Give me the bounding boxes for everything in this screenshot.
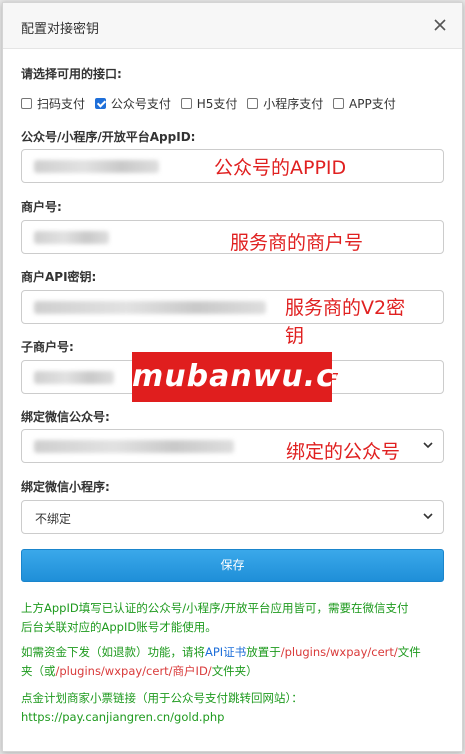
dialog-title: 配置对接密钥	[21, 22, 100, 37]
note-line: 点金计划商家小票链接（用于公众号支付跳转回网站）：	[21, 691, 303, 705]
option-h5-pay[interactable]: H5支付	[180, 95, 238, 112]
sub-mch-id-label: 子商户号:	[21, 340, 74, 354]
appid-label: 公众号/小程序/开放平台AppID:	[21, 130, 196, 144]
option-mp-pay[interactable]: 公众号支付	[94, 95, 171, 112]
option-mini-pay[interactable]: 小程序支付	[247, 95, 323, 112]
note-line: 夹（或/plugins/wxpay/cert/商户ID/文件夹）	[21, 662, 444, 681]
appid-annotation: 公众号的APPID	[214, 157, 347, 179]
note-text: 文件夹）	[211, 664, 258, 678]
interfaces-label: 请选择可用的接口:	[21, 67, 122, 81]
checkbox-mp-pay[interactable]	[94, 98, 106, 109]
checkbox-app-pay[interactable]	[333, 98, 345, 109]
option-label: H5支付	[196, 97, 238, 111]
bind-mp-label: 绑定微信公众号:	[21, 410, 110, 424]
interface-options: 扫码支付 公众号支付 H5支付 小程序支付 APP支付	[21, 95, 402, 111]
note-cert: 如需资金下发（如退款）功能，请将API证书放置于/plugins/wxpay/c…	[21, 643, 444, 681]
note-line: 如需资金下发（如退款）功能，请将API证书放置于/plugins/wxpay/c…	[21, 643, 444, 662]
mch-id-annotation: 服务商的商户号	[230, 232, 364, 254]
bind-mini-selected: 不绑定	[35, 512, 72, 526]
dialog-header: 配置对接密钥	[3, 3, 462, 49]
redacted-value	[34, 301, 266, 314]
redacted-value	[34, 440, 234, 453]
api-key-annotation-1: 服务商的V2密	[285, 297, 406, 319]
checkbox-mini-pay[interactable]	[247, 98, 259, 109]
option-scan-pay[interactable]: 扫码支付	[21, 95, 85, 112]
note-text: 放置于	[246, 645, 281, 659]
save-button[interactable]: 保存	[21, 549, 444, 582]
redacted-value	[34, 231, 109, 244]
chevron-down-icon	[423, 513, 433, 520]
gold-link[interactable]: https://pay.canjiangren.cn/gold.php	[21, 708, 444, 727]
api-cert-link[interactable]: API证书	[205, 645, 246, 659]
api-key-annotation-2: 钥	[285, 325, 305, 347]
note-text: 如需资金下发（如退款）功能，请将	[21, 645, 205, 659]
option-label: APP支付	[349, 97, 396, 111]
mch-id-label: 商户号:	[21, 200, 62, 214]
option-label: 小程序支付	[263, 97, 324, 111]
note-text: 夹（或	[21, 664, 56, 678]
checkbox-h5-pay[interactable]	[180, 98, 192, 109]
bind-mp-annotation: 绑定的公众号	[286, 441, 401, 463]
api-key-label: 商户API密钥:	[21, 270, 97, 284]
redacted-value	[34, 371, 114, 384]
note-line: 上方AppID填写已认证的公众号/小程序/开放平台应用皆可，需要在微信支付	[21, 601, 409, 615]
cert-path: /plugins/wxpay/cert/	[280, 645, 398, 659]
bind-mini-select[interactable]: 不绑定	[21, 500, 444, 534]
note-appid: 上方AppID填写已认证的公众号/小程序/开放平台应用皆可，需要在微信支付 后台…	[21, 599, 444, 637]
checkbox-scan-pay[interactable]	[21, 98, 32, 109]
close-icon[interactable]	[432, 17, 448, 33]
note-line: 后台关联对应的AppID账号才能使用。	[21, 620, 217, 634]
option-label: 扫码支付	[37, 97, 86, 111]
option-label: 公众号支付	[110, 97, 171, 111]
redacted-value	[34, 160, 159, 173]
note-text: 文件	[397, 645, 421, 659]
chevron-down-icon	[423, 442, 433, 449]
note-gold-plan: 点金计划商家小票链接（用于公众号支付跳转回网站）： https://pay.ca…	[21, 689, 444, 727]
cert-path-alt: /plugins/wxpay/cert/商户ID/	[55, 664, 212, 678]
watermark-logo: mubanwu.cc	[132, 352, 353, 402]
option-app-pay[interactable]: APP支付	[333, 95, 396, 112]
bind-mini-label: 绑定微信小程序:	[21, 480, 110, 494]
